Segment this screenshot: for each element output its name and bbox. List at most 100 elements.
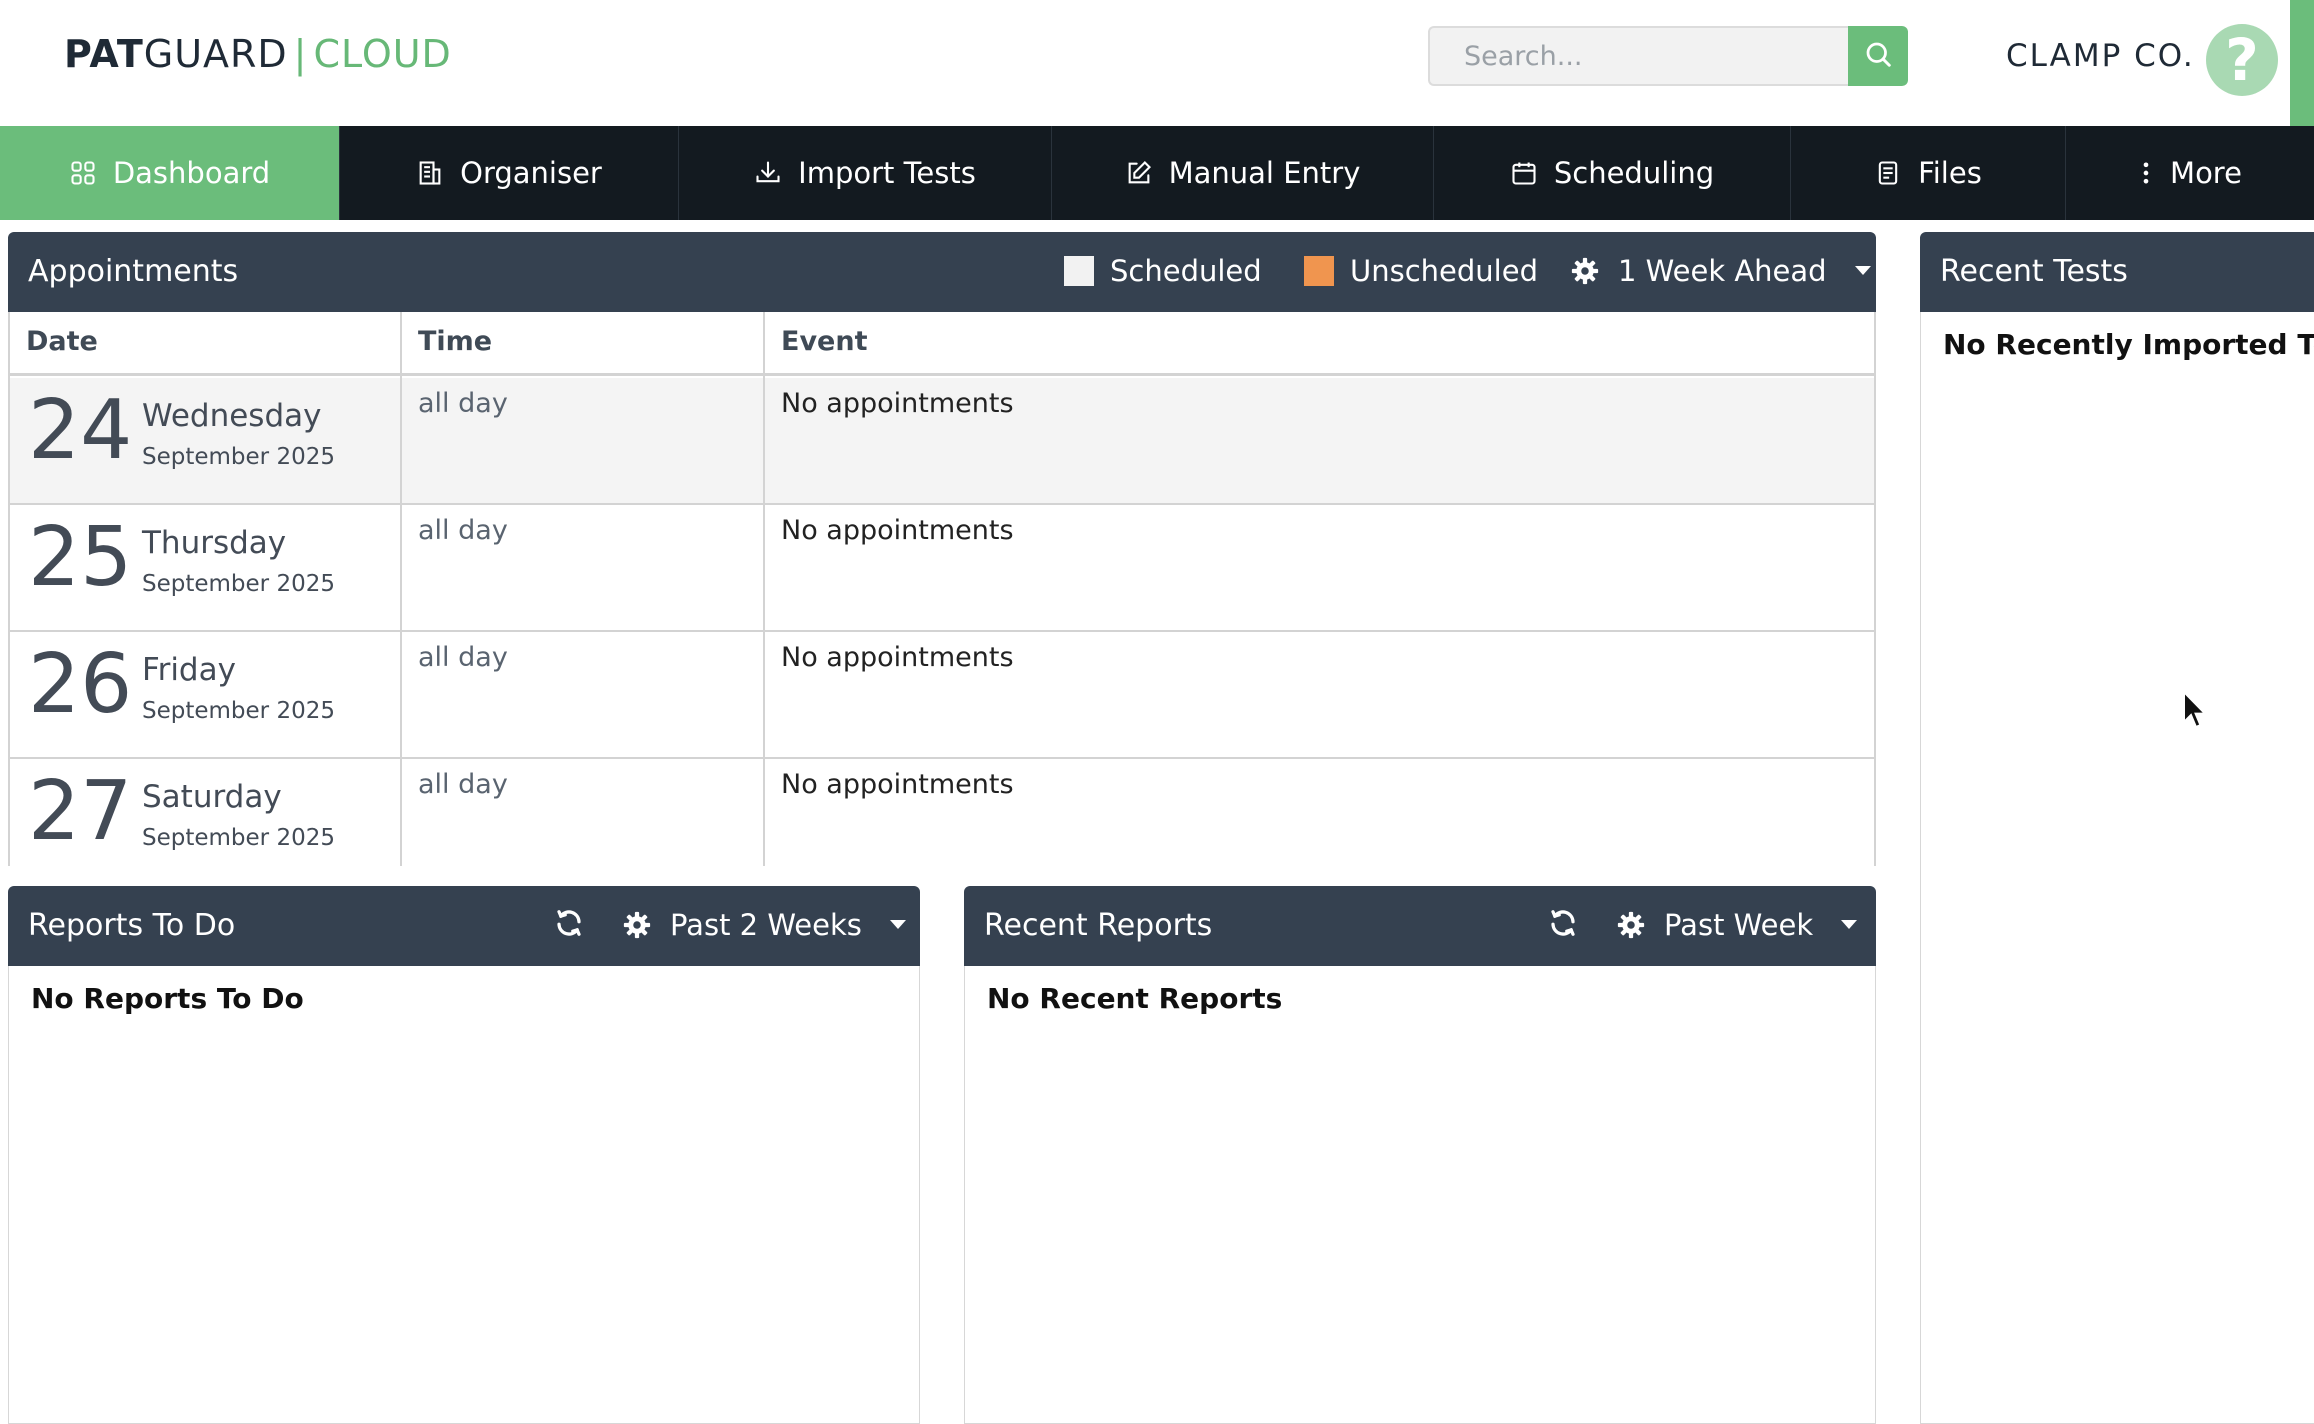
appointments-header: Appointments Scheduled Unscheduled 1 Wee… (8, 232, 1876, 312)
column-header-date[interactable]: Date (26, 326, 98, 357)
legend-scheduled: Scheduled (1064, 254, 1262, 288)
appointment-event: No appointments (781, 769, 1014, 800)
refresh-button[interactable] (1548, 908, 1578, 938)
appointment-time: all day (418, 515, 508, 546)
nav-organiser[interactable]: Organiser (340, 126, 679, 220)
nav-label: Scheduling (1553, 156, 1715, 190)
nav-label: Import Tests (798, 156, 976, 190)
weekday-name: Wednesday (142, 398, 322, 434)
help-icon: ? (2225, 26, 2259, 94)
app-logo[interactable]: PATGUARD | CLOUD (64, 32, 452, 76)
column-header-event[interactable]: Event (781, 326, 867, 357)
recent-reports-range-dropdown[interactable]: Past Week (1616, 908, 1858, 942)
logo-cloud: CLOUD (313, 32, 452, 76)
table-row[interactable]: 24 Wednesday September 2025 all day No a… (10, 378, 1874, 505)
nav-label: Organiser (460, 156, 602, 190)
column-divider (400, 312, 402, 866)
range-label: Past Week (1664, 908, 1814, 942)
building-icon (416, 159, 444, 187)
legend-label: Unscheduled (1350, 254, 1538, 288)
table-row[interactable]: 25 Thursday September 2025 all day No ap… (10, 505, 1874, 632)
weekday-name: Saturday (142, 779, 282, 815)
help-button[interactable]: ? (2206, 24, 2278, 96)
legend-unscheduled: Unscheduled (1304, 254, 1538, 288)
appointment-time: all day (418, 388, 508, 419)
mouse-cursor-icon (2182, 689, 2208, 734)
top-header: PATGUARD|CLOUD CLAMP CO. ? (0, 0, 2314, 126)
caret-down-icon (1854, 266, 1871, 276)
search-button[interactable] (1848, 26, 1908, 86)
download-icon (754, 159, 782, 187)
day-number: 24 (28, 383, 133, 478)
recent-tests-header: Recent Tests (1920, 232, 2314, 312)
scheduled-swatch (1064, 256, 1094, 286)
main-nav: Dashboard Organiser Import Tests Manual … (0, 126, 2314, 220)
gear-icon (1570, 256, 1600, 286)
month-year: September 2025 (142, 825, 335, 851)
appointment-event: No appointments (781, 642, 1014, 673)
recent-tests-body: No Recently Imported Tests (1920, 312, 2314, 1424)
column-header-time[interactable]: Time (418, 326, 492, 357)
header-accent-bar (2290, 0, 2314, 126)
month-year: September 2025 (142, 571, 335, 597)
range-label: 1 Week Ahead (1618, 254, 1827, 288)
caret-down-icon (1841, 920, 1858, 930)
recent-reports-title: Recent Reports (984, 908, 1213, 943)
grid-icon (69, 159, 97, 187)
month-year: September 2025 (142, 698, 335, 724)
recent-tests-title: Recent Tests (1940, 254, 2128, 289)
gear-icon (1616, 910, 1646, 940)
appointments-title: Appointments (28, 254, 239, 289)
logo-separator: | (293, 32, 308, 76)
gear-icon (622, 910, 652, 940)
weekday-name: Thursday (142, 525, 287, 561)
recent-reports-body: No Recent Reports (964, 966, 1876, 1424)
nav-import-tests[interactable]: Import Tests (679, 126, 1052, 220)
nav-label: Files (1918, 156, 1982, 190)
recent-reports-header: Recent Reports Past Week (964, 886, 1876, 966)
search-icon (1863, 39, 1893, 73)
weekday-name: Friday (142, 652, 236, 688)
nav-scheduling[interactable]: Scheduling (1434, 126, 1791, 220)
day-number: 25 (28, 510, 133, 605)
refresh-button[interactable] (554, 908, 584, 938)
appointments-range-dropdown[interactable]: 1 Week Ahead (1570, 254, 1871, 288)
nav-label: Manual Entry (1168, 156, 1361, 190)
nav-more[interactable]: More (2066, 126, 2314, 220)
nav-label: Dashboard (112, 156, 271, 190)
recent-tests-empty: No Recently Imported Tests (1943, 328, 2314, 361)
reports-todo-title: Reports To Do (28, 908, 236, 943)
refresh-icon (554, 908, 584, 938)
reports-todo-header: Reports To Do Past 2 Weeks (8, 886, 920, 966)
appointment-time: all day (418, 642, 508, 673)
table-header-row: Date Time Event (10, 312, 1874, 376)
unscheduled-swatch (1304, 256, 1334, 286)
search-input[interactable] (1428, 26, 1848, 86)
reports-todo-empty: No Reports To Do (31, 982, 304, 1015)
refresh-icon (1548, 908, 1578, 938)
edit-icon (1125, 159, 1153, 187)
caret-down-icon (889, 920, 906, 930)
reports-todo-range-dropdown[interactable]: Past 2 Weeks (622, 908, 906, 942)
table-row[interactable]: 27 Saturday September 2025 all day No ap… (10, 759, 1874, 866)
more-vertical-icon (2138, 159, 2154, 187)
nav-manual-entry[interactable]: Manual Entry (1052, 126, 1434, 220)
company-name[interactable]: CLAMP CO. (2006, 38, 2195, 74)
calendar-icon (1510, 159, 1538, 187)
appointment-event: No appointments (781, 515, 1014, 546)
appointment-time: all day (418, 769, 508, 800)
nav-dashboard[interactable]: Dashboard (0, 126, 340, 220)
range-label: Past 2 Weeks (670, 908, 862, 942)
month-year: September 2025 (142, 444, 335, 470)
recent-reports-empty: No Recent Reports (987, 982, 1283, 1015)
legend-label: Scheduled (1110, 254, 1262, 288)
day-number: 26 (28, 637, 133, 732)
logo-pat: PAT (64, 32, 144, 76)
reports-todo-body: No Reports To Do (8, 966, 920, 1424)
day-number: 27 (28, 764, 133, 859)
appointments-table: Date Time Event 24 Wednesday September 2… (8, 312, 1876, 866)
search-bar (1428, 26, 1908, 86)
nav-files[interactable]: Files (1791, 126, 2066, 220)
table-row[interactable]: 26 Friday September 2025 all day No appo… (10, 632, 1874, 759)
logo-guard: GUARD (143, 32, 288, 76)
